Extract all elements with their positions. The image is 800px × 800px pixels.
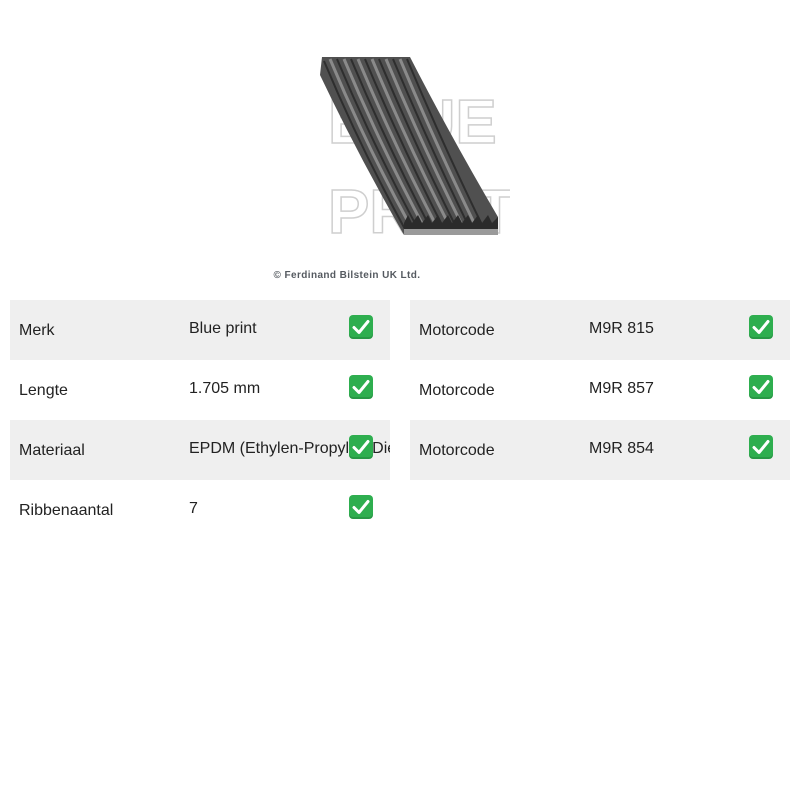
engine-code-row: Motorcode M9R 857 bbox=[410, 360, 790, 420]
engine-code-value: M9R 854 bbox=[589, 440, 654, 457]
check-mark-icon bbox=[349, 435, 373, 459]
copyright-notice: © Ferdinand Bilstein UK Ltd. bbox=[273, 270, 421, 281]
spec-label: Merk bbox=[19, 322, 55, 339]
spec-label: Lengte bbox=[19, 382, 68, 399]
engine-code-row: Motorcode M9R 815 bbox=[410, 300, 790, 360]
spec-label: Materiaal bbox=[19, 442, 85, 459]
ribbed-v-belt-image: BLUE PRINT bbox=[300, 45, 515, 248]
spec-value: 1.705 mm bbox=[189, 380, 261, 397]
engine-code-label: Motorcode bbox=[419, 322, 495, 339]
check-mark-icon bbox=[749, 375, 773, 399]
engine-code-label: Motorcode bbox=[419, 382, 495, 399]
spec-row-material: Materiaal EPDM (Ethylen-Propylen-Dien-Ka… bbox=[10, 420, 390, 480]
spec-value: Blue print bbox=[189, 320, 257, 337]
spec-label: Ribbenaantal bbox=[19, 502, 114, 519]
check-mark-icon bbox=[349, 375, 373, 399]
spec-value: 7 bbox=[189, 500, 198, 517]
check-mark-icon bbox=[349, 315, 373, 339]
spec-row-length: Lengte 1.705 mm bbox=[10, 360, 390, 420]
check-mark-icon bbox=[349, 495, 373, 519]
check-mark-icon bbox=[749, 435, 773, 459]
spec-row-brand: Merk Blue print bbox=[10, 300, 390, 360]
check-mark-icon bbox=[749, 315, 773, 339]
engine-codes-table: Motorcode M9R 815 Motorcode M9R 857 Moto… bbox=[410, 300, 790, 480]
specs-table: Merk Blue print Lengte 1.705 mm Materiaa… bbox=[10, 300, 390, 540]
engine-code-value: M9R 815 bbox=[589, 320, 654, 337]
engine-code-value: M9R 857 bbox=[589, 380, 654, 397]
product-detail-page: BLUE PRINT bbox=[0, 0, 800, 800]
spec-row-rib-count: Ribbenaantal 7 bbox=[10, 480, 390, 540]
engine-code-label: Motorcode bbox=[419, 442, 495, 459]
engine-code-row: Motorcode M9R 854 bbox=[410, 420, 790, 480]
